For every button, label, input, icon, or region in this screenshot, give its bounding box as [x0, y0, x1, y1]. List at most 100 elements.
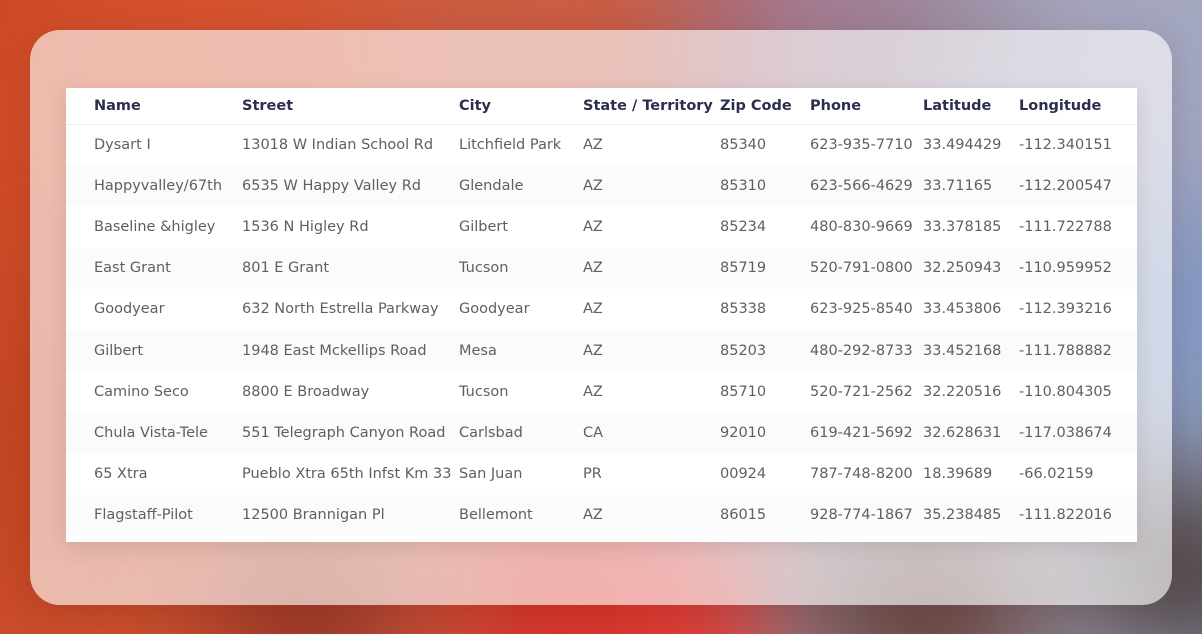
cell-city: Litchfield Park — [459, 136, 562, 153]
cell-state: AZ — [583, 247, 720, 289]
cell-lon: -112.340151 — [1019, 136, 1112, 153]
table-row[interactable]: East Grant 801 E Grant Tucson AZ 85719 520-79… — [66, 247, 1137, 289]
cell-lon: -66.02159 — [1019, 466, 1094, 483]
table-row[interactable]: Dysart I 13018 W Indian School Rd Litchfie… — [66, 124, 1137, 165]
cell-city: Tucson — [459, 383, 509, 400]
column-header-street[interactable]: Street — [242, 88, 459, 125]
cell-phone: 623-925-8540 — [810, 301, 913, 318]
cell-state: PR — [583, 466, 602, 483]
cell-lat: 33.71165 — [923, 165, 1019, 207]
cell-city: Gilbert — [459, 218, 509, 235]
cell-lon: -111.822016 — [1019, 494, 1137, 536]
cell-lat: 35.238485 — [923, 494, 1019, 536]
table-row[interactable]: Chula Vista-Tele 551 Telegraph Canyon Roa… — [66, 412, 1137, 454]
cell-lat: 32.220516 — [923, 383, 1002, 400]
cell-lon: -111.788882 — [1019, 329, 1137, 372]
cell-state: AZ — [583, 218, 603, 235]
cell-name: Baseline &higley — [94, 218, 216, 235]
cell-street: 632 North Estrella Parkway — [242, 301, 439, 318]
cell-lon: -117.038674 — [1019, 412, 1137, 454]
cell-phone: 787-748-8200 — [810, 466, 913, 483]
cell-zip: 85234 — [720, 218, 767, 235]
table-row[interactable]: Baseline &higley 1536 N Higley Rd Gilbert A… — [66, 206, 1137, 247]
cell-name: East Grant — [66, 247, 242, 289]
column-header-phone[interactable]: Phone — [810, 88, 923, 125]
cell-name: Happyvalley/67th — [66, 165, 242, 207]
cell-phone: 928-774-1867 — [810, 494, 923, 536]
cell-lon: -110.959952 — [1019, 247, 1137, 289]
cell-street: 1948 East Mckellips Road — [242, 329, 459, 372]
cell-city: Glendale — [459, 165, 583, 207]
cell-lat: 18.39689 — [923, 466, 993, 483]
column-header-lat[interactable]: Latitude — [923, 88, 1019, 125]
cell-city: Carlsbad — [459, 412, 583, 454]
cell-lat: 33.494429 — [923, 136, 1002, 153]
cell-zip: 85203 — [720, 329, 810, 372]
cell-street: 1536 N Higley Rd — [242, 218, 369, 235]
cell-name: 65 Xtra — [94, 466, 148, 483]
cell-city: San Juan — [459, 466, 523, 483]
cell-phone: 480-830-9669 — [810, 218, 913, 235]
table-row[interactable]: Happyvalley/67th 6535 W Happy Valley Rd Gl… — [66, 165, 1137, 207]
cell-state: AZ — [583, 494, 720, 536]
cell-city: Goodyear — [459, 301, 530, 318]
cell-phone: 520-721-2562 — [810, 383, 913, 400]
column-header-name[interactable]: Name — [66, 88, 242, 125]
table-row[interactable]: Gilbert 1948 East Mckellips Road Mesa AZ 852… — [66, 329, 1137, 372]
cell-lon: -112.200547 — [1019, 165, 1137, 207]
cell-state: AZ — [583, 301, 603, 318]
cell-street: 6535 W Happy Valley Rd — [242, 165, 459, 207]
cell-name: Gilbert — [66, 329, 242, 372]
cell-state: AZ — [583, 383, 603, 400]
cell-name: Goodyear — [94, 301, 165, 318]
cell-phone: 520-791-0800 — [810, 247, 923, 289]
cell-street: 801 E Grant — [242, 247, 459, 289]
cell-phone: 619-421-5692 — [810, 412, 923, 454]
cell-city: Mesa — [459, 329, 583, 372]
cell-lat: 33.452168 — [923, 329, 1019, 372]
table-row[interactable]: Goodyear 632 North Estrella Parkway Goodye… — [66, 289, 1137, 330]
table-row[interactable]: 65 Xtra Pueblo Xtra 65th Infst Km 33 San J… — [66, 454, 1137, 495]
column-header-state[interactable]: State / Territory — [583, 88, 720, 125]
cell-phone: 623-566-4629 — [810, 165, 923, 207]
cell-zip: 00924 — [720, 466, 767, 483]
cell-city: Bellemont — [459, 494, 583, 536]
cell-name: Flagstaff-Pilot — [66, 494, 242, 536]
cell-street: Pueblo Xtra 65th Infst Km 33 — [242, 466, 452, 483]
cell-lat: 33.453806 — [923, 301, 1002, 318]
cell-state: AZ — [583, 136, 603, 153]
cell-name: Chula Vista-Tele — [66, 412, 242, 454]
cell-street: 12500 Brannigan Pl — [242, 494, 459, 536]
cell-state: CA — [583, 412, 720, 454]
table-row[interactable]: Camino Seco 8800 E Broadway Tucson AZ 85710 5… — [66, 371, 1137, 412]
column-header-lon[interactable]: Longitude — [1019, 88, 1137, 125]
cell-name: Dysart I — [94, 136, 151, 153]
cell-state: AZ — [583, 329, 720, 372]
data-table-panel: Name Street City State / Territory Zip Code P… — [66, 88, 1137, 542]
cell-phone: 480-292-8733 — [810, 329, 923, 372]
cell-street: 551 Telegraph Canyon Road — [242, 412, 459, 454]
cell-zip: 85719 — [720, 247, 810, 289]
column-header-zip[interactable]: Zip Code — [720, 88, 810, 125]
table-header-row: Name Street City State / Territory Zip Code P… — [66, 88, 1137, 125]
cell-zip: 92010 — [720, 412, 810, 454]
column-header-city[interactable]: City — [459, 88, 583, 125]
table-body: Dysart I 13018 W Indian School Rd Litchfie… — [66, 124, 1137, 536]
cell-zip: 85340 — [720, 136, 767, 153]
cell-zip: 85338 — [720, 301, 767, 318]
locations-table: Name Street City State / Territory Zip Code P… — [66, 88, 1137, 536]
cell-street: 13018 W Indian School Rd — [242, 136, 434, 153]
cell-lon: -112.393216 — [1019, 301, 1112, 318]
cell-lat: 32.250943 — [923, 247, 1019, 289]
cell-name: Camino Seco — [94, 383, 189, 400]
cell-state: AZ — [583, 165, 720, 207]
cell-lon: -110.804305 — [1019, 383, 1112, 400]
cell-street: 8800 E Broadway — [242, 383, 370, 400]
cell-phone: 623-935-7710 — [810, 136, 913, 153]
cell-zip: 86015 — [720, 494, 810, 536]
cell-zip: 85310 — [720, 165, 810, 207]
cell-lat: 33.378185 — [923, 218, 1002, 235]
table-row[interactable]: Flagstaff-Pilot 12500 Brannigan Pl Bellemo… — [66, 494, 1137, 536]
table-header: Name Street City State / Territory Zip Code P… — [66, 88, 1137, 125]
cell-city: Tucson — [459, 247, 583, 289]
